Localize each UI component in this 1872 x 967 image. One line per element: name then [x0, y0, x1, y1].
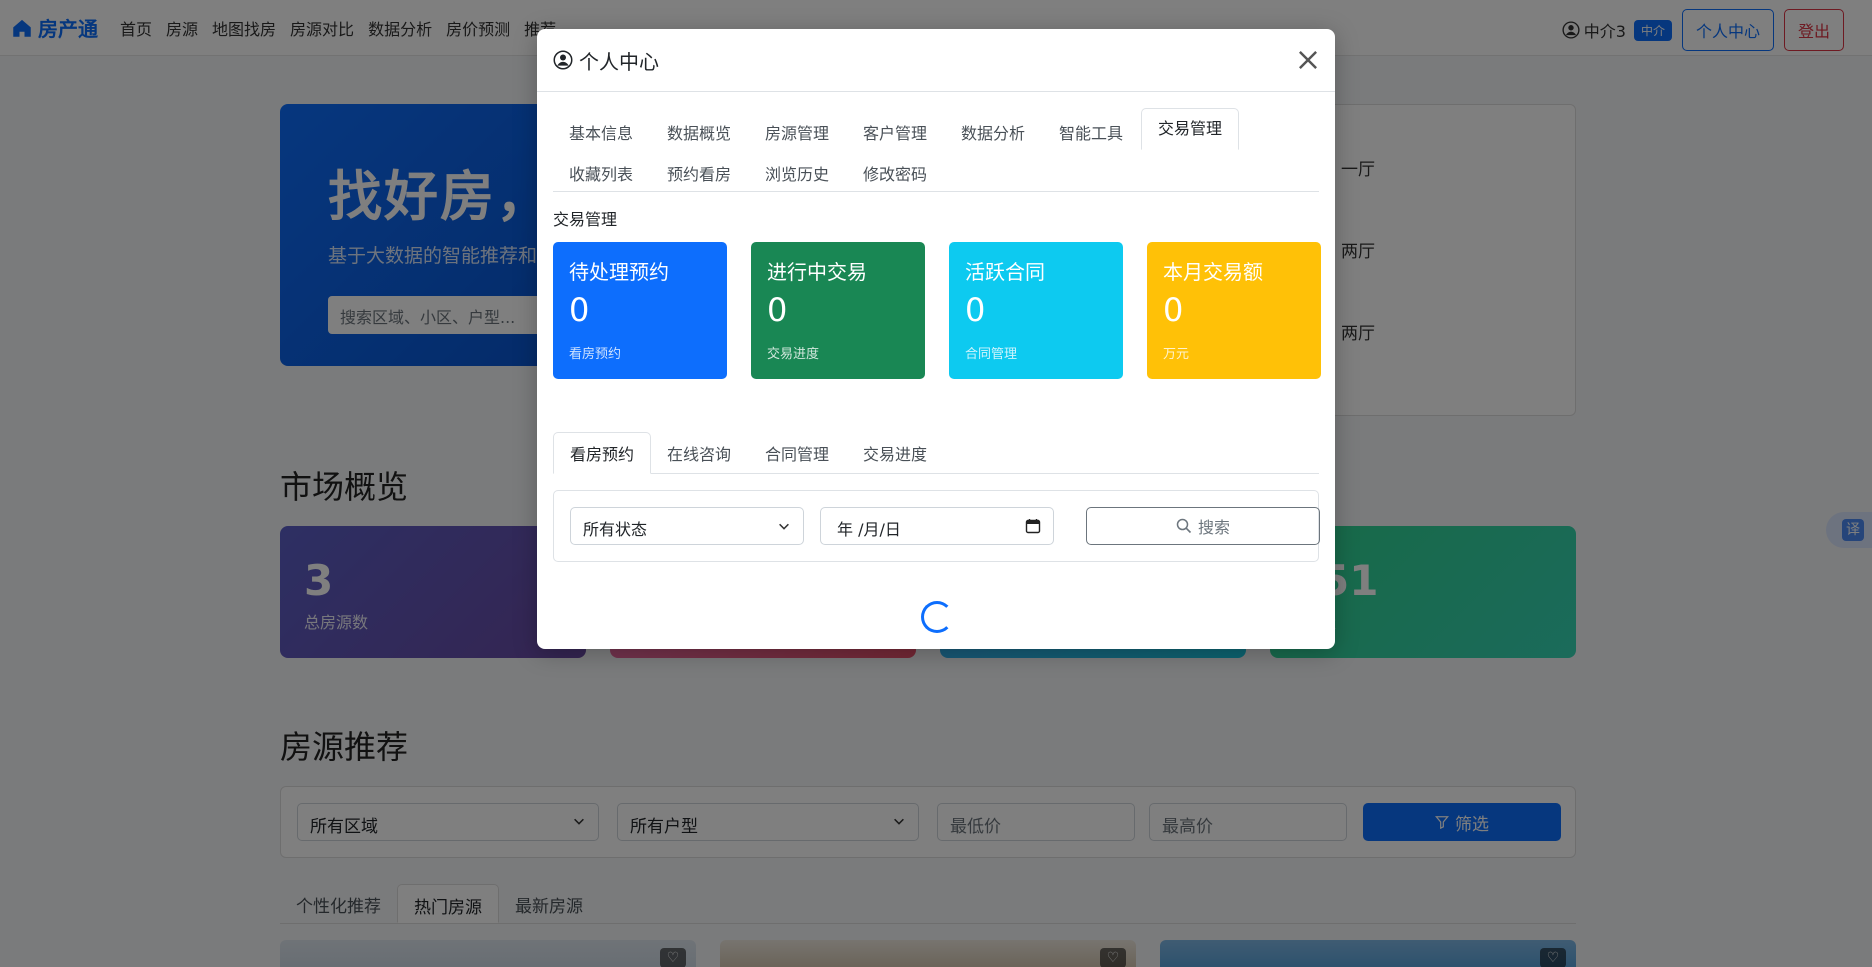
kpi-subtitle: 交易进度 [767, 347, 820, 362]
status-select-value: 所有状态 [583, 520, 648, 539]
tab-client-manage[interactable]: 客户管理 [863, 120, 927, 144]
date-input-value: 年 /月/日 [837, 520, 901, 539]
modal-title-text: 个人中心 [579, 49, 659, 74]
date-input[interactable]: 年 /月/日 [820, 507, 1054, 545]
subtab-contracts[interactable]: 合同管理 [765, 432, 829, 474]
profile-tabs: 基本信息 数据概览 房源管理 客户管理 数据分析 智能工具 交易管理 收藏列表 … [553, 92, 1319, 192]
kpi-monthly-volume[interactable]: 本月交易额 0 万元 [1147, 242, 1321, 379]
kpi-subtitle: 万元 [1163, 347, 1190, 362]
search-button[interactable]: 搜索 [1086, 507, 1320, 545]
user-circle-icon [553, 50, 573, 70]
kpi-value: 0 [569, 291, 590, 329]
subtab-online-consult[interactable]: 在线咨询 [667, 432, 731, 474]
search-button-label: 搜索 [1197, 518, 1230, 537]
modal-body: 基本信息 数据概览 房源管理 客户管理 数据分析 智能工具 交易管理 收藏列表 … [553, 92, 1321, 633]
kpi-subtitle: 合同管理 [965, 347, 1018, 362]
subtab-transaction-progress[interactable]: 交易进度 [863, 432, 927, 474]
kpi-title: 活跃合同 [965, 260, 1045, 284]
tab-transaction-manage[interactable]: 交易管理 [1141, 108, 1239, 150]
tab-data-overview[interactable]: 数据概览 [667, 120, 731, 144]
profile-modal: 个人中心 基本信息 数据概览 房源管理 客户管理 数据分析 智能工具 交易管理 … [537, 29, 1335, 649]
tab-viewing-appointments[interactable]: 预约看房 [667, 161, 731, 185]
kpi-value: 0 [1163, 291, 1184, 329]
kpi-active-transactions[interactable]: 进行中交易 0 交易进度 [751, 242, 925, 379]
kpi-title: 待处理预约 [569, 260, 669, 284]
tab-change-password[interactable]: 修改密码 [863, 161, 927, 185]
search-icon [1176, 518, 1192, 534]
section-label: 交易管理 [553, 210, 618, 229]
chevron-down-icon [779, 523, 789, 530]
transaction-sub-tabs: 看房预约 在线咨询 合同管理 交易进度 [553, 432, 1319, 474]
tab-browse-history[interactable]: 浏览历史 [765, 161, 829, 185]
modal-header: 个人中心 [537, 29, 1335, 92]
kpi-title: 进行中交易 [767, 260, 867, 284]
kpi-value: 0 [965, 291, 986, 329]
kpi-pending-appointments[interactable]: 待处理预约 0 看房预约 [553, 242, 727, 379]
kpi-subtitle: 看房预约 [569, 347, 622, 362]
calendar-icon[interactable] [1025, 518, 1041, 534]
kpi-value: 0 [767, 291, 788, 329]
tab-listing-manage[interactable]: 房源管理 [765, 120, 829, 144]
close-icon[interactable] [1295, 47, 1321, 73]
loading-spinner [921, 601, 953, 633]
subtab-viewing-appointments[interactable]: 看房预约 [553, 432, 651, 474]
tab-data-analysis[interactable]: 数据分析 [961, 120, 1025, 144]
kpi-active-contracts[interactable]: 活跃合同 0 合同管理 [949, 242, 1123, 379]
modal-title: 个人中心 [553, 46, 659, 75]
status-select[interactable]: 所有状态 [570, 507, 804, 545]
tab-smart-tools[interactable]: 智能工具 [1059, 120, 1123, 144]
tab-basic-info[interactable]: 基本信息 [569, 120, 633, 144]
tab-favorites[interactable]: 收藏列表 [569, 161, 633, 185]
appointment-search-panel: 所有状态 年 /月/日 搜索 [553, 490, 1320, 562]
kpi-title: 本月交易额 [1163, 260, 1263, 284]
